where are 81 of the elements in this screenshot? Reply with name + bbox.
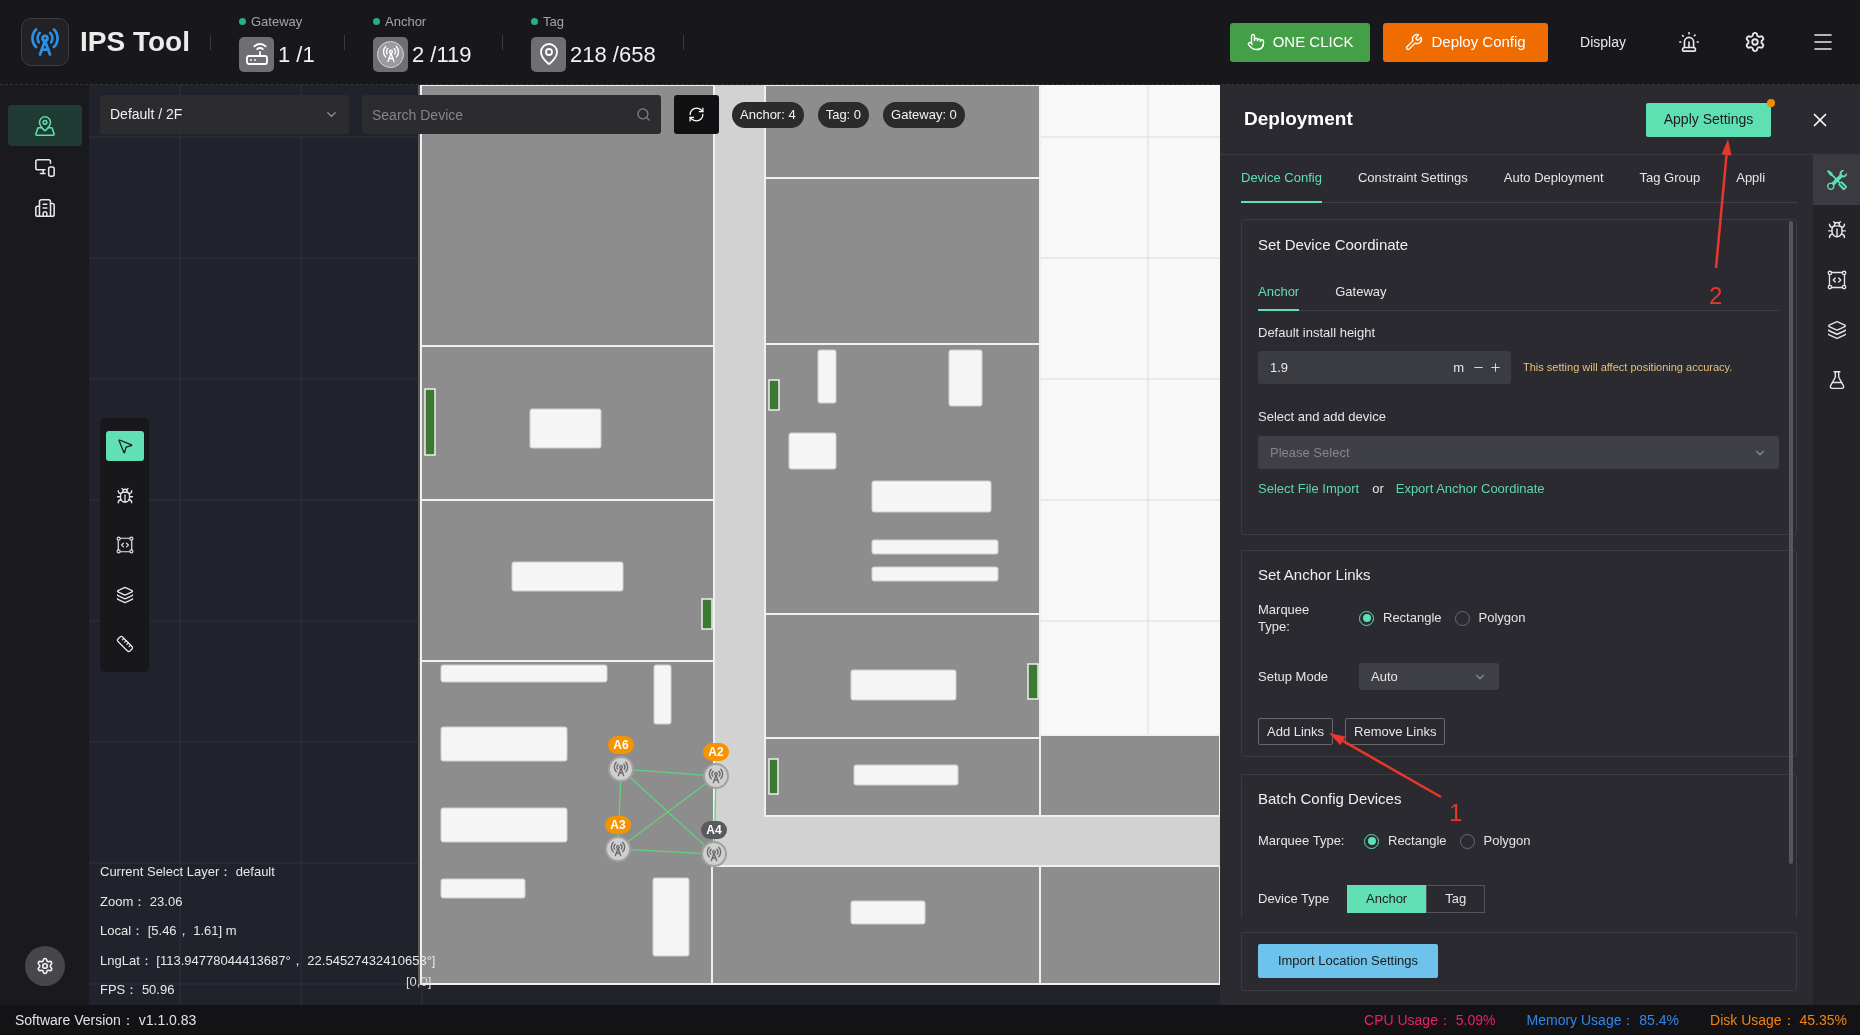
refresh-icon xyxy=(688,106,705,123)
ruler-icon xyxy=(115,635,134,653)
panel-tab[interactable]: Device Config xyxy=(1241,155,1322,203)
or-text: or xyxy=(1372,481,1384,497)
pointer-icon xyxy=(115,437,134,455)
display-button[interactable]: Display xyxy=(1580,31,1626,53)
import-settings-button[interactable]: Import Location Settings xyxy=(1258,944,1438,978)
layers-icon xyxy=(1826,320,1847,340)
annotation-number: 1 xyxy=(1449,799,1463,827)
panel-tab[interactable]: Auto Deployment xyxy=(1503,155,1604,203)
stat-value: 1 /1 xyxy=(278,40,315,69)
unit-label: m xyxy=(1453,358,1464,377)
building-icon xyxy=(33,196,56,219)
hand-pointer-icon xyxy=(1246,33,1265,51)
usage-metric: CPU Usage： 5.09% xyxy=(1364,1010,1496,1030)
panel-tool[interactable] xyxy=(1813,155,1860,205)
panel-tab[interactable]: Appli xyxy=(1736,155,1766,203)
field-label: Device Type xyxy=(1258,890,1331,909)
device-tab[interactable]: Gateway xyxy=(1335,275,1387,311)
origin-label: [0,0] xyxy=(406,974,432,990)
panel-tab[interactable]: Tag Group xyxy=(1639,155,1701,203)
device-type-option[interactable]: Tag xyxy=(1426,885,1486,913)
plus-icon[interactable] xyxy=(1489,361,1502,374)
tools-icon xyxy=(1826,170,1847,190)
map-info-text: Current Select Layer： default xyxy=(100,863,275,881)
radio-tower-logo xyxy=(21,18,69,66)
floor-select[interactable]: Default / 2F xyxy=(100,95,349,134)
radio-option[interactable]: Polygon xyxy=(1459,831,1531,851)
siren-icon[interactable] xyxy=(1678,31,1700,53)
bug-icon xyxy=(115,486,134,505)
link-action-button[interactable]: Add Links xyxy=(1258,718,1334,745)
radio-option[interactable]: Rectangle xyxy=(1364,831,1447,851)
annotation-number: 2 xyxy=(1709,282,1723,310)
settings-icon[interactable] xyxy=(1744,31,1766,53)
stat-label: Gateway xyxy=(251,12,303,31)
bug-icon xyxy=(1826,220,1847,240)
card-title: Set Device Coordinate xyxy=(1258,235,1409,255)
panel-title: Deployment xyxy=(1244,107,1353,132)
card-title: Batch Config Devices xyxy=(1258,789,1402,809)
field-label: Marquee Type: xyxy=(1258,832,1346,851)
map-pin-icon xyxy=(33,114,56,137)
router-icon xyxy=(239,36,274,72)
usage-metric: Memory Usage： 85.4% xyxy=(1526,1010,1680,1030)
nav-item[interactable] xyxy=(7,105,82,146)
scrollbar[interactable] xyxy=(1789,221,1793,864)
map-pin-icon xyxy=(531,36,566,72)
stat-label: Anchor xyxy=(385,12,427,31)
layers-icon xyxy=(115,585,134,604)
search-icon xyxy=(636,107,651,122)
map-info-text: FPS： 50.96 xyxy=(100,981,175,999)
app-title: IPS Tool xyxy=(80,26,190,57)
search-field[interactable]: Search Device xyxy=(362,95,661,134)
bounding-box-icon xyxy=(1826,270,1847,290)
usage-metric: Disk Usage： 45.35% xyxy=(1710,1010,1847,1030)
stat-value: 218 /658 xyxy=(570,40,656,69)
wrench-icon xyxy=(1405,33,1424,51)
software-version: Software Version： v1.1.0.83 xyxy=(15,1010,197,1030)
map-tool[interactable] xyxy=(105,431,144,461)
field-label: Select and add device xyxy=(1258,409,1386,425)
stat-label: Tag xyxy=(543,12,564,31)
map-info-text: Zoom： 23.06 xyxy=(100,892,183,911)
settings-icon[interactable] xyxy=(24,946,65,986)
radio-tower-icon xyxy=(373,36,408,72)
export-link[interactable]: Export Anchor Coordinate xyxy=(1395,481,1545,497)
radio-option[interactable]: Rectangle xyxy=(1359,608,1442,628)
field-label: Marquee Type: xyxy=(1258,601,1311,635)
refresh-button[interactable] xyxy=(674,95,719,134)
import-link[interactable]: Select File Import xyxy=(1258,481,1360,497)
radio-option[interactable]: Polygon xyxy=(1454,608,1526,628)
device-tab[interactable]: Anchor xyxy=(1258,275,1300,311)
field-label: Default install height xyxy=(1258,325,1376,341)
map-info-text: Local： [5.46， 1.61] m xyxy=(100,922,237,940)
setup-mode-select[interactable]: Auto xyxy=(1359,663,1499,690)
field-label: Setup Mode xyxy=(1258,667,1330,686)
link-action-button[interactable]: Remove Links xyxy=(1345,718,1446,745)
bounding-box-icon xyxy=(115,536,134,554)
hint-text: This setting will affect positioning accuracy. xyxy=(1523,360,1733,376)
card-title: Set Anchor Links xyxy=(1258,565,1371,585)
stat-value: 2 /119 xyxy=(412,40,472,69)
device-type-option[interactable]: Anchor xyxy=(1347,885,1427,913)
panel-tab[interactable]: Constraint Settings xyxy=(1357,155,1468,203)
